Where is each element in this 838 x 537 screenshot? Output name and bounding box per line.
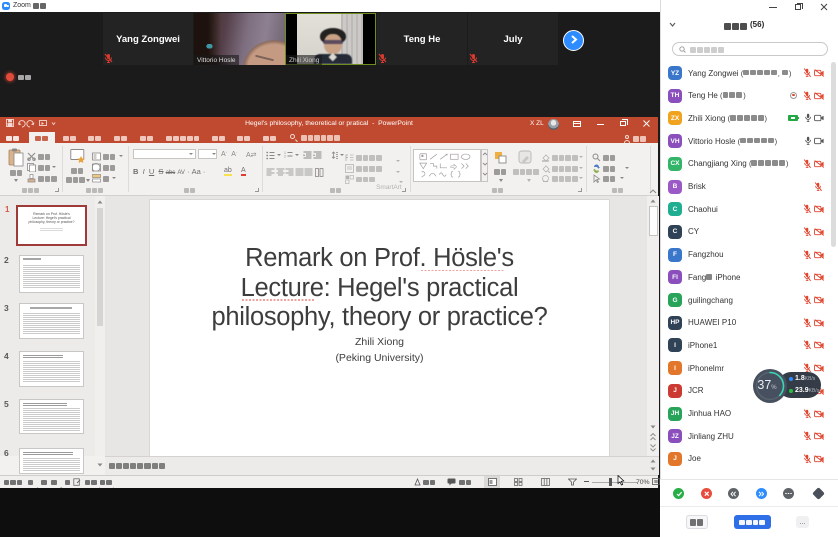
svg-text:2: 2 [284, 155, 286, 159]
